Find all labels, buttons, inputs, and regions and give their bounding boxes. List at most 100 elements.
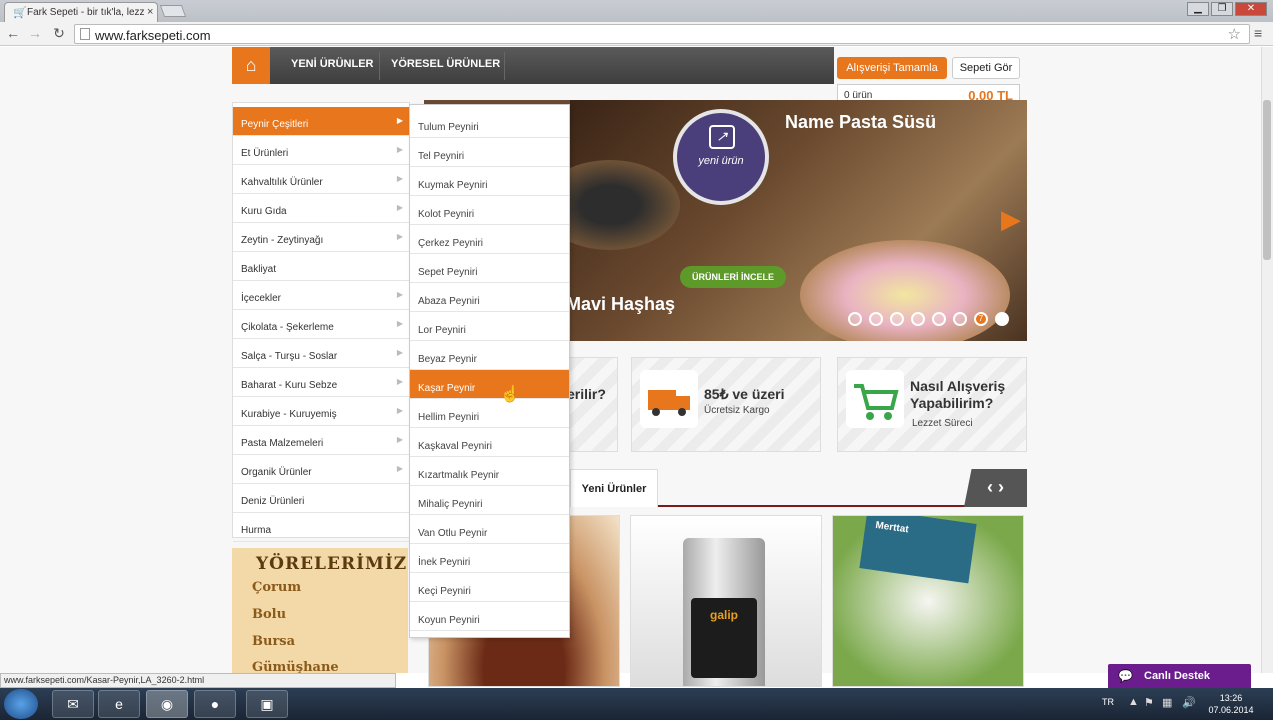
category-item[interactable]: Deniz Ürünleri [233,484,409,513]
chevron-right-icon: ▶ [396,464,403,473]
complete-shopping-button[interactable]: Alışverişi Tamamla [837,57,947,79]
chrome-app-icon[interactable]: ◉ [146,690,188,718]
submenu-item[interactable]: Mihaliç Peyniri [410,486,569,515]
tab-new-products[interactable]: Yeni Ürünler [570,469,658,507]
slider-dot[interactable] [848,312,862,326]
chevron-right-icon: ▶ [396,319,403,328]
category-item[interactable]: Kurabiye - Kuruyemiş ▶ [233,397,409,426]
truck-icon-box [640,370,698,428]
nav-regional-products[interactable]: YÖRESEL ÜRÜNLER [391,58,500,70]
category-item[interactable]: Pasta Malzemeleri ▶ [233,426,409,455]
flag-icon[interactable]: ⚑ [1144,696,1154,709]
category-label: Zeytin - Zeytinyağı [241,235,324,246]
category-label: Kahvaltılık Ürünler [241,177,323,188]
slider-dot[interactable] [890,312,904,326]
language-indicator[interactable]: TR [1102,697,1114,707]
reload-icon[interactable]: ↻ [50,25,68,42]
category-label: Et Ürünleri [241,148,289,159]
submenu-item[interactable]: Van Otlu Peynir [410,515,569,544]
close-window-button[interactable]: ✕ [1235,2,1267,16]
slider-dot-active[interactable]: 7 [974,312,988,326]
firefox-app-icon[interactable]: ● [194,690,236,718]
region-link[interactable]: Bolu [252,607,286,622]
regions-title: YÖRELERİMİZ [256,554,408,574]
slider-dot[interactable] [995,312,1009,326]
browser-tab[interactable]: 🛒 Fark Sepeti - bir tık'la, lezz × [4,2,158,22]
submenu-item[interactable]: Sepet Peyniri [410,254,569,283]
region-link[interactable]: Bursa [252,634,295,649]
submenu-item[interactable]: İnek Peyniri [410,544,569,573]
product-card-tea[interactable]: galip [630,515,822,687]
submenu-item[interactable]: Abaza Peyniri [410,283,569,312]
submenu-item[interactable]: Kızartmalık Peynir [410,457,569,486]
forward-icon[interactable]: → [26,25,44,41]
hand-cursor-icon: ☝ [500,386,520,403]
back-icon[interactable]: ← [4,25,22,41]
recorder-app-icon[interactable]: ▣ [246,690,288,718]
slider-dot[interactable] [911,312,925,326]
new-tab-button[interactable] [159,5,187,17]
submenu-item[interactable]: Hellim Peyniri [410,399,569,428]
submenu-item[interactable]: Kaşkaval Peyniri [410,428,569,457]
nav-new-products[interactable]: YENİ ÜRÜNLER [291,58,374,70]
live-support-button[interactable]: 💬 Canlı Destek [1108,664,1251,688]
submenu-item[interactable]: Tulum Peyniri [410,109,569,138]
minimize-button[interactable]: ▁ [1187,2,1209,16]
category-item[interactable]: Çikolata - Şekerleme ▶ [233,310,409,339]
tab-title: Fark Sepeti - bir tık'la, lezz [27,7,145,18]
internet-explorer-icon[interactable]: e [98,690,140,718]
category-item[interactable]: Et Ürünleri ▶ [233,136,409,165]
address-bar[interactable]: www.farksepeti.com ☆ [74,24,1250,44]
submenu-item[interactable]: Çerkez Peyniri [410,225,569,254]
category-item[interactable]: Kahvaltılık Ürünler ▶ [233,165,409,194]
category-item[interactable]: Salça - Turşu - Soslar ▶ [233,339,409,368]
info-box-how-to[interactable]: Nasıl Alışveriş Yapabilirim? Lezzet Süre… [837,357,1027,452]
slider-dot[interactable] [953,312,967,326]
hero-slider[interactable]: ↗ yeni ürün Name Pasta Süsü Mavi Haşhaş … [570,100,1027,341]
submenu-item[interactable]: Koyun Peyniri [410,602,569,631]
submenu-item[interactable]: Kolot Peyniri [410,196,569,225]
category-item[interactable]: İçecekler ▶ [233,281,409,310]
submenu-item[interactable]: Tel Peyniri [410,138,569,167]
category-item[interactable]: Bakliyat [233,252,409,281]
home-icon[interactable]: ⌂ [232,47,270,84]
product-card-cheese[interactable]: Merttat [832,515,1024,687]
category-item[interactable]: Peynir Çeşitleri ▶ [233,107,409,136]
tray-arrow-icon[interactable]: ▲ [1128,696,1139,708]
share-icon: ↗ [709,125,735,149]
start-button[interactable] [4,689,38,719]
chrome-menu-icon[interactable]: ≡ [1254,25,1262,41]
category-label: Organik Ürünler [241,467,312,478]
badge-text: yeni ürün [698,155,744,167]
submenu-item[interactable]: Beyaz Peynir [410,341,569,370]
outlook-app-icon[interactable]: ✉ [52,690,94,718]
info-box-shipping[interactable]: 85₺ ve üzeri Ücretsiz Kargo [631,357,821,452]
category-item[interactable]: Kuru Gıda ▶ [233,194,409,223]
free-shipping-title: 85₺ ve üzeri [704,386,785,402]
region-link[interactable]: Çorum [252,580,301,595]
category-item[interactable]: Organik Ürünler ▶ [233,455,409,484]
window-titlebar: 🛒 Fark Sepeti - bir tık'la, lezz × ▁ ❐ ✕ [0,0,1273,22]
bookmark-star-icon[interactable]: ☆ [1228,25,1241,43]
submenu-item[interactable]: Kuymak Peyniri [410,167,569,196]
category-item[interactable]: Zeytin - Zeytinyağı ▶ [233,223,409,252]
system-clock[interactable]: 13:26 07.06.2014 [1206,692,1256,716]
view-cart-button[interactable]: Sepeti Gör [952,57,1020,79]
maximize-button[interactable]: ❐ [1211,2,1233,16]
slider-dot[interactable] [869,312,883,326]
slider-dot[interactable] [932,312,946,326]
carousel-arrows[interactable]: ‹ › [964,469,1027,507]
submenu-item[interactable]: Keçi Peyniri [410,573,569,602]
category-item[interactable]: Baharat - Kuru Sebze ▶ [233,368,409,397]
volume-icon[interactable]: 🔊 [1182,696,1196,709]
how-to-shop-subtitle: Lezzet Süreci [912,418,973,429]
network-icon[interactable]: ▦ [1162,696,1172,709]
submenu-item-active[interactable]: Kaşar Peynir [410,370,569,399]
inspect-products-button[interactable]: ÜRÜNLERİ İNCELE [680,266,786,288]
close-tab-icon[interactable]: × [147,6,153,18]
slider-next-icon[interactable]: ▶ [1001,204,1021,235]
submenu-item[interactable]: Lor Peyniri [410,312,569,341]
scrollbar-thumb[interactable] [1263,100,1271,260]
category-item[interactable]: Hurma [233,513,409,542]
chevron-right-icon: ▶ [396,116,403,125]
